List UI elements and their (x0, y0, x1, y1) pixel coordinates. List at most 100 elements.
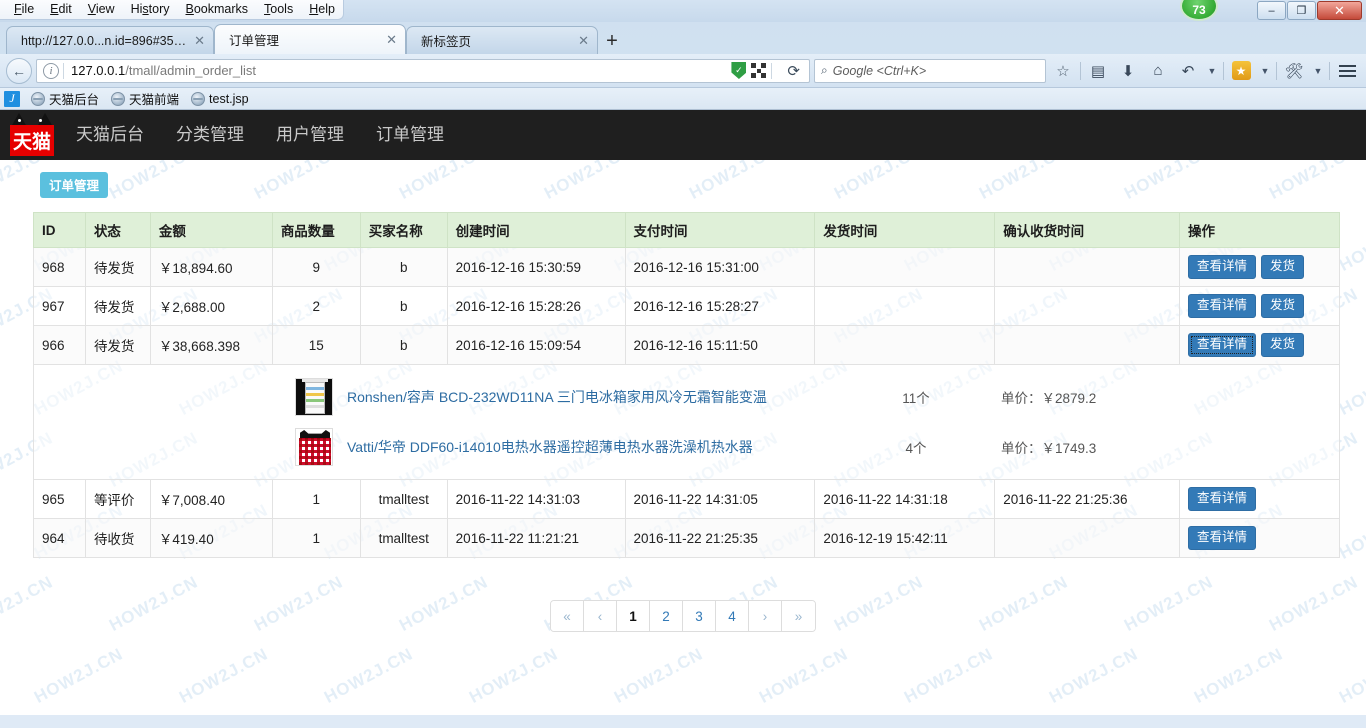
view-detail-button[interactable]: 查看详情 (1188, 526, 1257, 550)
page-prev-button[interactable]: ‹ (584, 601, 617, 631)
product-count: 4个 (905, 441, 927, 456)
nav-link-order[interactable]: 订单管理 (360, 110, 460, 160)
bookmark-label: 天猫后台 (49, 93, 100, 107)
qrcode-icon[interactable] (751, 63, 767, 78)
page-first-button[interactable]: « (551, 601, 584, 631)
site-info-icon[interactable]: i (43, 62, 59, 79)
cell-deliver-time (814, 286, 996, 326)
menu-icon[interactable] (1334, 58, 1360, 84)
watermark-text: HOW2J.CN (901, 644, 997, 707)
ship-button[interactable]: 发货 (1261, 333, 1305, 357)
tab-0[interactable]: http://127.0.0...n.id=896#3538 ✕ (6, 26, 214, 54)
watermark-text: HOW2J.CN (1191, 644, 1287, 707)
divider (771, 62, 773, 79)
product-name-link[interactable]: Ronshen/容声 BCD-232WD11NA 三门电冰箱家用风冷无霜智能变温 (347, 387, 767, 407)
plugin-icon[interactable]: 🛠 (1281, 58, 1307, 84)
tab-close-icon[interactable]: ✕ (194, 34, 205, 47)
app-icon[interactable]: J (4, 90, 20, 107)
minimize-button[interactable]: – (1257, 1, 1286, 20)
cell-quantity: 9 (271, 247, 361, 287)
menu-item-tools[interactable]: Tools (256, 0, 301, 19)
cell-amount: ￥18,894.60 (149, 247, 273, 287)
order-product-item: Vatti/华帝 DDF60-i14010电热水器遥控超薄电热水器洗澡机热水器 4… (42, 422, 1331, 472)
search-placeholder: Google <Ctrl+K> (832, 63, 927, 78)
pagination: « ‹ 1 2 3 4 › » (0, 600, 1366, 632)
tab-close-icon[interactable]: ✕ (386, 33, 397, 46)
maximize-button[interactable]: ❐ (1287, 1, 1316, 20)
product-name-link[interactable]: Vatti/华帝 DDF60-i14010电热水器遥控超薄电热水器洗澡机热水器 (347, 437, 753, 457)
cell-pay-time: 2016-12-16 15:28:27 (624, 286, 816, 326)
home-icon[interactable]: ⌂ (1145, 58, 1171, 84)
fridge-icon[interactable] (295, 378, 333, 416)
menu-item-history[interactable]: History (123, 0, 178, 19)
cell-id: 964 (33, 518, 86, 558)
chevron-down-icon[interactable]: ▼ (1311, 58, 1325, 84)
reader-icon[interactable]: ▤ (1085, 58, 1111, 84)
cell-actions: 查看详情 发货 (1179, 325, 1340, 365)
url-host: 127.0.0.1 (71, 63, 126, 78)
menu-item-file[interactable]: FFileile (6, 0, 42, 19)
star-icon[interactable]: ☆ (1050, 58, 1076, 84)
watermark-text: HOW2J.CN (31, 644, 127, 707)
cell-actions: 查看详情 发货 (1179, 286, 1340, 326)
globe-icon (191, 91, 206, 106)
cell-quantity: 1 (271, 518, 361, 558)
undo-icon[interactable]: ↶ (1175, 58, 1201, 84)
cell-buyer: b (359, 286, 448, 326)
page-button-1[interactable]: 1 (617, 601, 650, 631)
address-bar[interactable]: i 127.0.0.1/tmall/admin_order_list ✓ ⟳ (36, 58, 810, 83)
view-detail-button[interactable]: 查看详情 (1188, 333, 1257, 357)
shield-icon[interactable]: ✓ (731, 62, 747, 79)
page-last-button[interactable]: » (782, 601, 815, 631)
table-header-row: ID 状态 金额 商品数量 买家名称 创建时间 支付时间 发货时间 确认收货时间… (33, 212, 1340, 248)
view-detail-button[interactable]: 查看详情 (1188, 294, 1257, 318)
cell-actions: 查看详情 (1179, 479, 1340, 519)
col-header-create: 创建时间 (446, 212, 626, 248)
menu-item-view[interactable]: View (80, 0, 123, 19)
tab-close-icon[interactable]: ✕ (578, 34, 589, 47)
tab-1[interactable]: 订单管理 ✕ (214, 24, 406, 54)
cell-create-time: 2016-11-22 14:31:03 (446, 479, 626, 519)
cell-amount: ￥419.40 (149, 518, 273, 558)
page-next-button[interactable]: › (749, 601, 782, 631)
back-button[interactable]: ← (6, 57, 32, 84)
nav-link-user[interactable]: 用户管理 (260, 110, 360, 160)
nav-link-admin-home[interactable]: 天猫后台 (72, 110, 160, 160)
orders-table: ID 状态 金额 商品数量 买家名称 创建时间 支付时间 发货时间 确认收货时间… (33, 212, 1340, 558)
divider (63, 62, 64, 79)
water-heater-icon[interactable] (295, 428, 333, 466)
page-button-3[interactable]: 3 (683, 601, 716, 631)
bookmark-item-1[interactable]: 天猫前端 (108, 89, 182, 108)
tab-2[interactable]: 新标签页 ✕ (406, 26, 598, 54)
new-tab-button[interactable]: + (598, 28, 626, 54)
search-box[interactable]: ⌕ Google <Ctrl+K> (814, 58, 1046, 83)
chevron-down-icon[interactable]: ▼ (1258, 58, 1272, 84)
bookmark-star-icon[interactable]: ★ (1228, 58, 1254, 84)
cell-amount: ￥38,668.398 (149, 325, 273, 365)
page-button-2[interactable]: 2 (650, 601, 683, 631)
cell-actions: 查看详情 发货 (1179, 247, 1340, 287)
ship-button[interactable]: 发货 (1261, 255, 1305, 279)
cell-buyer: b (359, 325, 448, 365)
menu-item-edit[interactable]: Edit (42, 0, 80, 19)
menu-item-help[interactable]: Help (301, 0, 343, 19)
divider (1276, 61, 1277, 80)
chevron-down-icon[interactable]: ▼ (1205, 58, 1219, 84)
tmall-logo[interactable]: 天猫 (8, 113, 56, 157)
menu-item-bookmarks[interactable]: Bookmarks (178, 0, 257, 19)
bookmark-item-2[interactable]: test.jsp (188, 91, 252, 106)
cell-pay-time: 2016-12-16 15:11:50 (624, 325, 816, 365)
cell-deliver-time (814, 247, 996, 287)
nav-link-category[interactable]: 分类管理 (160, 110, 260, 160)
page-button-4[interactable]: 4 (716, 601, 749, 631)
reload-icon[interactable]: ⟳ (784, 62, 803, 80)
ship-button[interactable]: 发货 (1261, 294, 1305, 318)
addressbar-actions: ✓ ⟳ (731, 62, 805, 80)
bookmark-item-0[interactable]: 天猫后台 (28, 89, 102, 108)
page-viewport: HOW2J.CN HOW2J.CN HOW2J.CN HOW2J.CN HOW2J.CN… (0, 110, 1366, 715)
cell-create-time: 2016-12-16 15:30:59 (446, 247, 626, 287)
close-button[interactable]: ✕ (1317, 1, 1362, 20)
view-detail-button[interactable]: 查看详情 (1188, 487, 1257, 511)
view-detail-button[interactable]: 查看详情 (1188, 255, 1257, 279)
download-icon[interactable]: ⬇ (1115, 58, 1141, 84)
